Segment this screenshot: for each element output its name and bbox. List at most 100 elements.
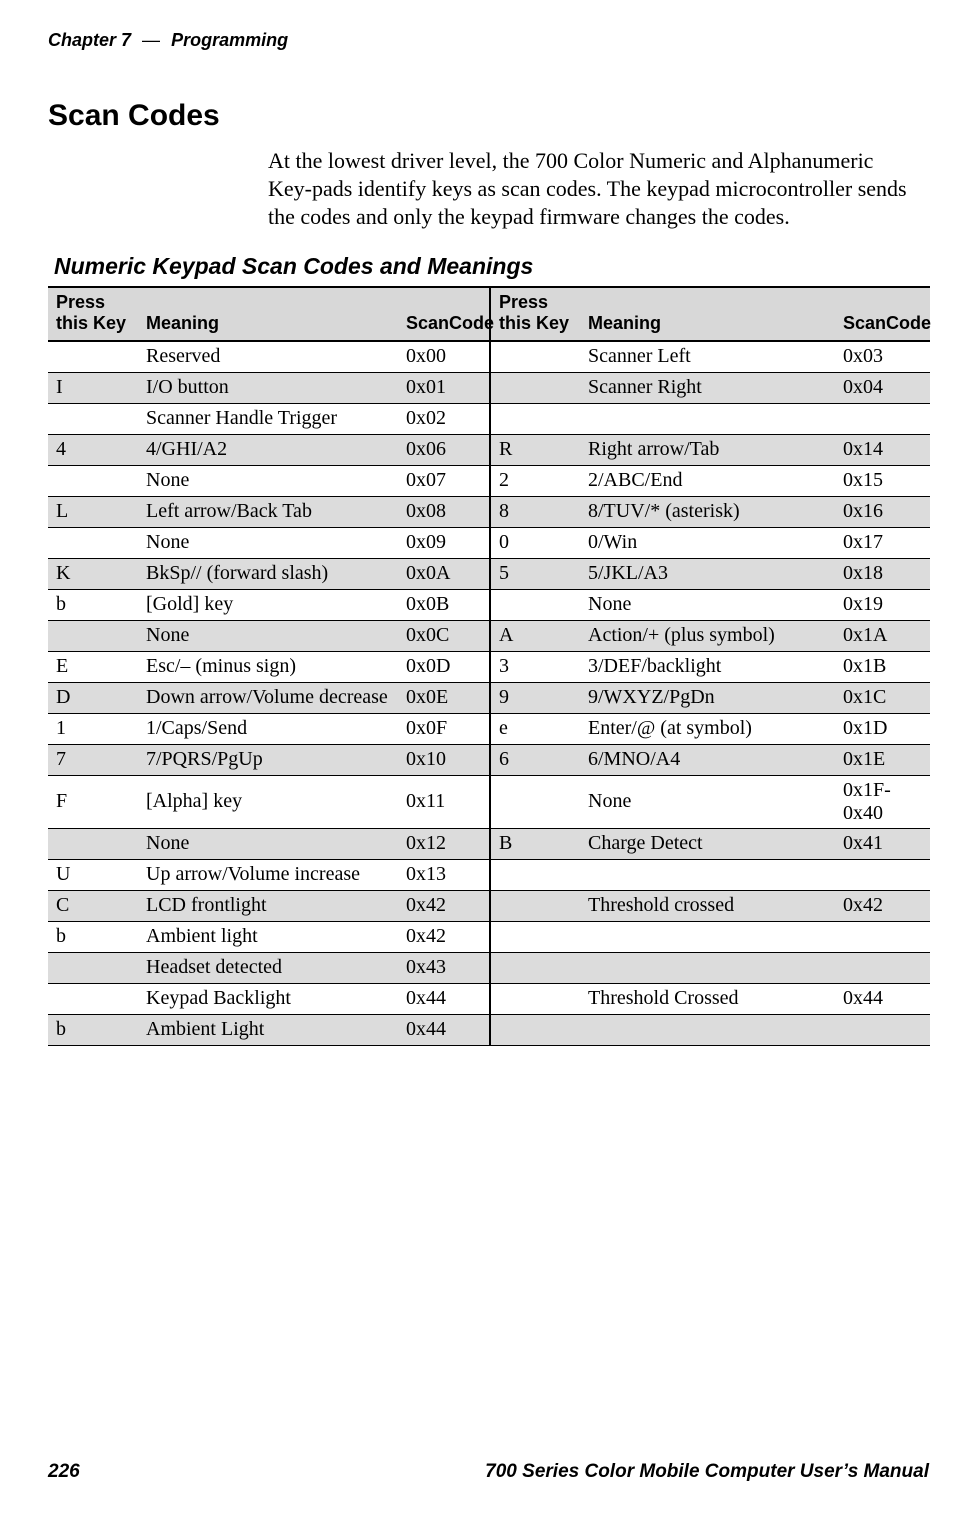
table-cell [490, 372, 580, 403]
table-row: Keypad Backlight0x44Threshold Crossed0x4… [48, 983, 930, 1014]
table-cell: 0x08 [398, 496, 490, 527]
table-cell: 0x1B [835, 651, 930, 682]
header-separator: — [142, 30, 160, 50]
header-title: Programming [171, 30, 288, 50]
table-cell: 0x15 [835, 465, 930, 496]
table-cell: 3 [490, 651, 580, 682]
table-cell [835, 921, 930, 952]
table-cell: 0x14 [835, 434, 930, 465]
table-cell: 0x0C [398, 620, 490, 651]
table-cell: Threshold crossed [580, 890, 835, 921]
table-row: UUp arrow/Volume increase0x13 [48, 859, 930, 890]
table-cell: 9 [490, 682, 580, 713]
table-cell [490, 341, 580, 373]
table-cell: Ambient light [138, 921, 398, 952]
page: Chapter 7 — Programming Scan Codes At th… [0, 0, 977, 1519]
table-cell [580, 403, 835, 434]
table-cell: I [48, 372, 138, 403]
table-row: 11/Caps/Send0x0FeEnter/@ (at symbol)0x1D [48, 713, 930, 744]
table-cell: 0x42 [398, 921, 490, 952]
scan-codes-table: Press this Key Meaning ScanCode Press th… [48, 286, 930, 1045]
table-cell: [Alpha] key [138, 775, 398, 828]
table-row: Scanner Handle Trigger0x02 [48, 403, 930, 434]
table-cell [490, 952, 580, 983]
table-cell: 0x03 [835, 341, 930, 373]
table-row: 77/PQRS/PgUp0x1066/MNO/A40x1E [48, 744, 930, 775]
table-row: KBkSp// (forward slash)0x0A55/JKL/A30x18 [48, 558, 930, 589]
running-header: Chapter 7 — Programming [48, 30, 929, 51]
table-cell: 0x06 [398, 434, 490, 465]
table-cell: 0x44 [398, 983, 490, 1014]
table-cell: 0x02 [398, 403, 490, 434]
table-cell: 0x11 [398, 775, 490, 828]
table-cell: 0x0D [398, 651, 490, 682]
header-chapter: Chapter 7 [48, 30, 131, 50]
table-cell: b [48, 589, 138, 620]
table-cell: 1/Caps/Send [138, 713, 398, 744]
col-meaning-left: Meaning [138, 287, 398, 340]
table-row: bAmbient light0x42 [48, 921, 930, 952]
table-cell [490, 859, 580, 890]
table-cell [580, 859, 835, 890]
table-cell: 0x01 [398, 372, 490, 403]
table-cell [48, 952, 138, 983]
col-scancode-right: ScanCode [835, 287, 930, 340]
table-cell: C [48, 890, 138, 921]
table-cell: 0x17 [835, 527, 930, 558]
table-cell [48, 403, 138, 434]
table-cell: None [138, 465, 398, 496]
table-cell [490, 403, 580, 434]
table-cell: Esc/– (minus sign) [138, 651, 398, 682]
table-cell: 7 [48, 744, 138, 775]
table-cell: Reserved [138, 341, 398, 373]
table-row: F[Alpha] key0x11None0x1F-0x40 [48, 775, 930, 828]
table-cell [835, 403, 930, 434]
table-cell: 0x44 [835, 983, 930, 1014]
table-cell: F [48, 775, 138, 828]
table-cell: Headset detected [138, 952, 398, 983]
table-row: None0x0722/ABC/End0x15 [48, 465, 930, 496]
table-title: Numeric Keypad Scan Codes and Meanings [54, 253, 929, 280]
col-scancode-left: ScanCode [398, 287, 490, 340]
table-cell: 0x19 [835, 589, 930, 620]
page-footer: 226 700 Series Color Mobile Computer Use… [0, 1461, 977, 1483]
table-row: CLCD frontlight0x42Threshold crossed0x42 [48, 890, 930, 921]
table-cell: Ambient Light [138, 1014, 398, 1045]
table-cell: I/O button [138, 372, 398, 403]
table-cell: 2 [490, 465, 580, 496]
table-cell: b [48, 1014, 138, 1045]
table-row: Headset detected0x43 [48, 952, 930, 983]
table-cell: Right arrow/Tab [580, 434, 835, 465]
table-cell: 0x0A [398, 558, 490, 589]
table-cell: 0x0B [398, 589, 490, 620]
table-cell [490, 1014, 580, 1045]
table-cell [48, 983, 138, 1014]
table-cell: Scanner Left [580, 341, 835, 373]
table-cell: 0x04 [835, 372, 930, 403]
table-cell [48, 620, 138, 651]
table-cell: 0x13 [398, 859, 490, 890]
table-header-row: Press this Key Meaning ScanCode Press th… [48, 287, 930, 340]
table-cell: Threshold Crossed [580, 983, 835, 1014]
manual-title: 700 Series Color Mobile Computer User’s … [485, 1461, 929, 1483]
table-cell: Enter/@ (at symbol) [580, 713, 835, 744]
table-cell: Action/+ (plus symbol) [580, 620, 835, 651]
table-cell: None [138, 620, 398, 651]
table-cell: 0x00 [398, 341, 490, 373]
table-cell: 0x0F [398, 713, 490, 744]
table-cell: 0x12 [398, 828, 490, 859]
table-cell [835, 952, 930, 983]
table-cell: 7/PQRS/PgUp [138, 744, 398, 775]
table-cell: 0x18 [835, 558, 930, 589]
table-cell [835, 1014, 930, 1045]
table-row: None0x12BCharge Detect0x41 [48, 828, 930, 859]
table-cell: Down arrow/Volume decrease [138, 682, 398, 713]
col-press-key-right: Press this Key [490, 287, 580, 340]
table-cell: 3/DEF/backlight [580, 651, 835, 682]
table-cell: 4/GHI/A2 [138, 434, 398, 465]
table-cell: 8/TUV/* (asterisk) [580, 496, 835, 527]
table-cell [48, 828, 138, 859]
body-paragraph: At the lowest driver level, the 700 Colo… [268, 147, 921, 231]
table-cell: e [490, 713, 580, 744]
table-cell: 0x10 [398, 744, 490, 775]
